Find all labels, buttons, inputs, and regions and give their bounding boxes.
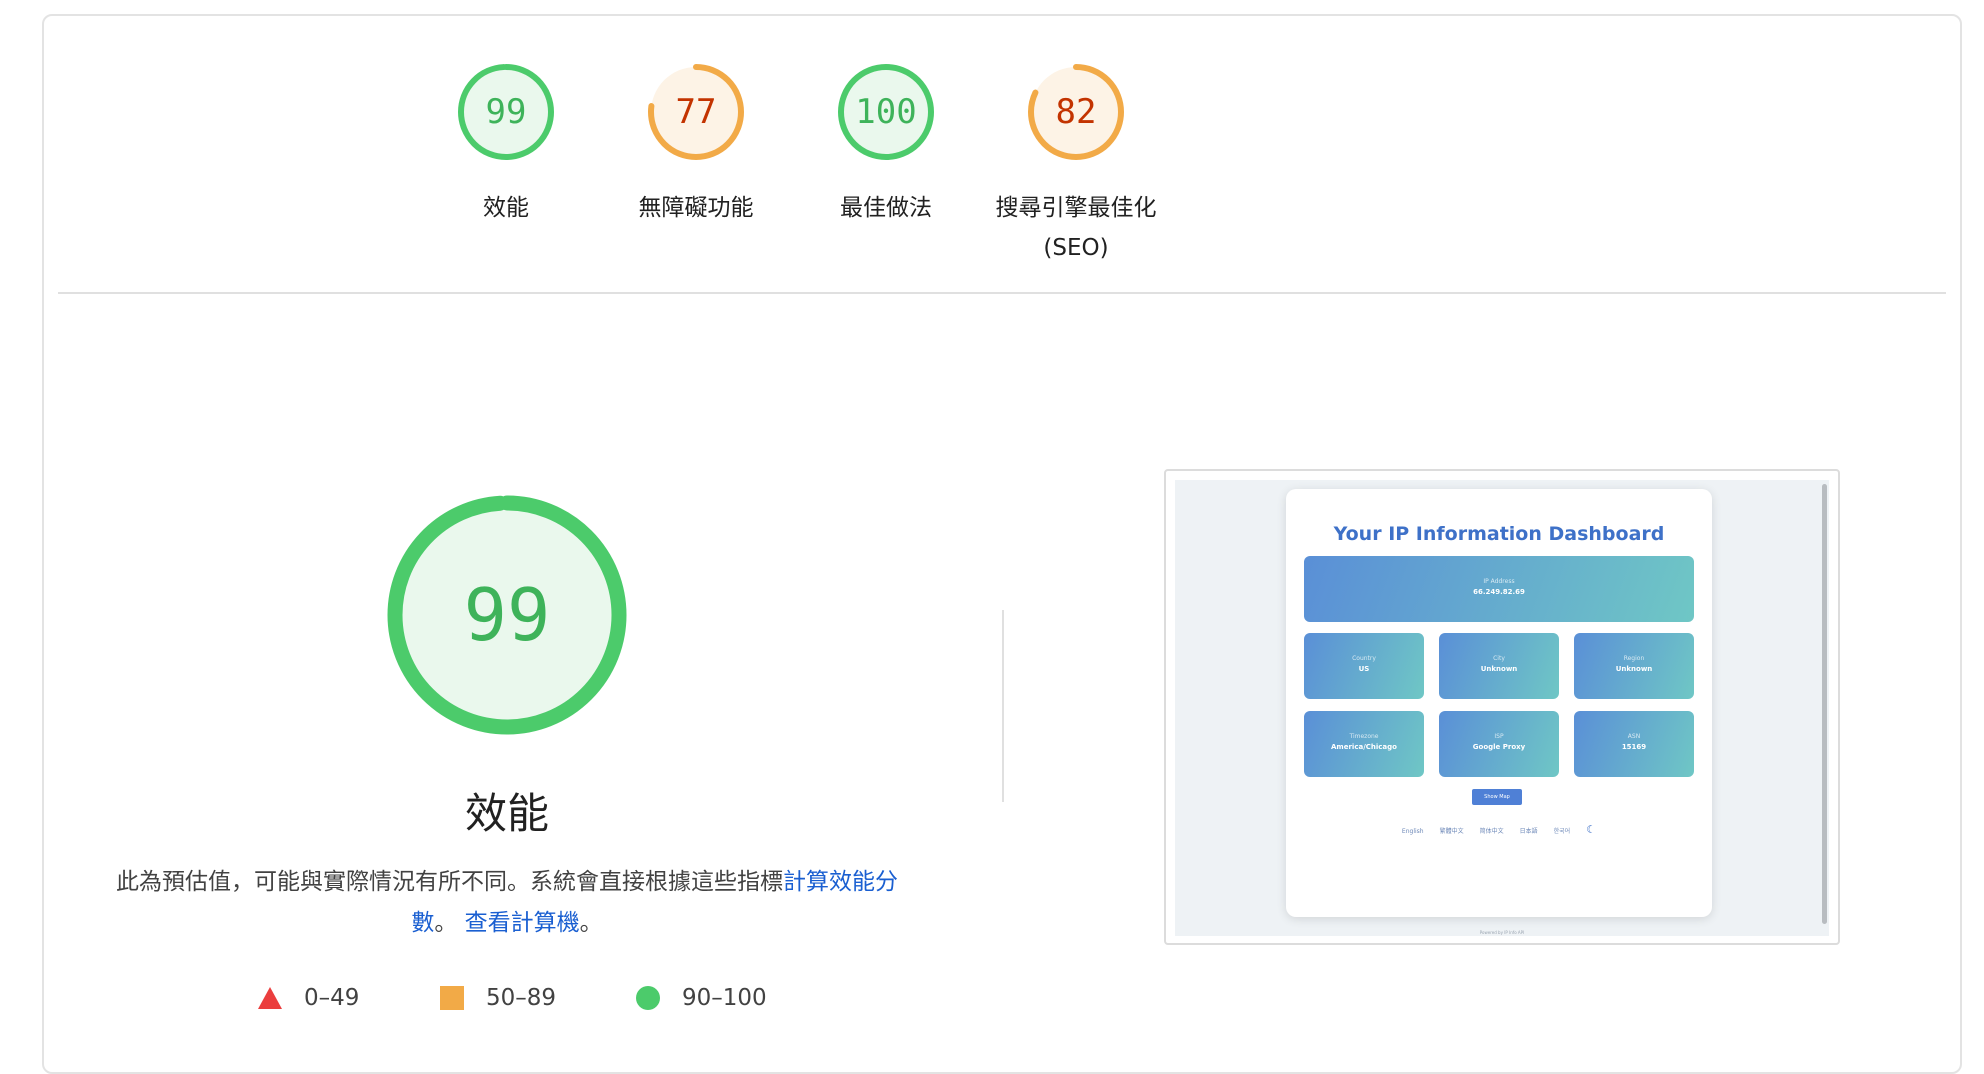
category-gauges: 99 效能 77 無障礙功能 100 最佳做法 82 搜尋引擎最佳化 (SEO) bbox=[0, 0, 1984, 290]
description-sep: 。 bbox=[434, 910, 458, 936]
tile-value: Unknown bbox=[1615, 665, 1653, 673]
tile-value: US bbox=[1358, 665, 1370, 673]
square-icon bbox=[440, 986, 464, 1010]
info-tile: Timezone America/Chicago bbox=[1304, 711, 1424, 777]
tile-label: City bbox=[1493, 655, 1505, 662]
tile-value: 66.249.82.69 bbox=[1473, 588, 1525, 596]
tile-label: ASN bbox=[1627, 733, 1641, 740]
lang-link: 日本語 bbox=[1519, 828, 1538, 835]
gauge-score: 82 bbox=[1055, 92, 1097, 132]
tile-value: America/Chicago bbox=[1331, 743, 1397, 751]
screenshot-viewport: Your IP Information Dashboard IP Address… bbox=[1175, 480, 1829, 936]
performance-title: 效能 bbox=[464, 789, 549, 838]
info-tile: ISP Google Proxy bbox=[1439, 711, 1559, 777]
performance-big-score: 99 bbox=[463, 573, 551, 657]
screenshot-footer: Powered by IP Info API bbox=[1479, 930, 1525, 935]
legend-average-label: 50–89 bbox=[486, 985, 557, 1011]
gauge-label: 搜尋引擎最佳化 (SEO) bbox=[956, 188, 1196, 268]
score-legend: 0–49 50–89 90–100 bbox=[0, 985, 1000, 1025]
performance-description: 此為預估值，可能與實際情況有所不同。系統會直接根據這些指標計算效能分數。 查看計… bbox=[90, 862, 924, 944]
info-tile: Country US bbox=[1304, 633, 1424, 699]
moon-icon: ☾ bbox=[1586, 823, 1597, 836]
legend-fail-label: 0–49 bbox=[304, 985, 360, 1011]
lang-link: English bbox=[1401, 828, 1424, 835]
triangle-icon bbox=[258, 987, 282, 1009]
lang-link: 한국어 bbox=[1553, 828, 1571, 835]
tile-label: Timezone bbox=[1349, 733, 1379, 740]
info-tile: Region Unknown bbox=[1574, 633, 1694, 699]
tile-label: Country bbox=[1352, 655, 1376, 662]
lang-link: 繁體中文 bbox=[1439, 828, 1464, 835]
info-tile: ASN 15169 bbox=[1574, 711, 1694, 777]
section-divider bbox=[58, 292, 1946, 294]
lang-link: 简体中文 bbox=[1479, 828, 1504, 835]
legend-pass-label: 90–100 bbox=[682, 985, 767, 1011]
dashboard-title: Your IP Information Dashboard bbox=[1333, 523, 1665, 545]
tile-value: Google Proxy bbox=[1472, 743, 1526, 751]
legend-average: 50–89 bbox=[440, 985, 556, 1011]
screenshot-scrollbar bbox=[1822, 484, 1827, 924]
dashboard-card: Your IP Information Dashboard IP Address… bbox=[1286, 489, 1712, 917]
show-map-button: Show Map bbox=[1472, 789, 1522, 805]
info-tile: City Unknown bbox=[1439, 633, 1559, 699]
description-text: 此為預估值，可能與實際情況有所不同。系統會直接根據這些指標 bbox=[116, 869, 783, 895]
page-screenshot[interactable]: Your IP Information Dashboard IP Address… bbox=[1164, 469, 1840, 945]
gauge-label-line1: 搜尋引擎最佳化 bbox=[995, 195, 1157, 221]
vertical-divider bbox=[1002, 610, 1004, 802]
tile-value: 15169 bbox=[1621, 743, 1647, 751]
tile-label: Region bbox=[1623, 655, 1645, 662]
gauge-label-line2: (SEO) bbox=[1043, 235, 1109, 261]
gauge-seo[interactable]: 82 搜尋引擎最佳化 (SEO) bbox=[956, 60, 1196, 268]
view-calculator-link[interactable]: 查看計算機 bbox=[465, 910, 580, 936]
tile-label: IP Address bbox=[1483, 578, 1515, 585]
language-links: English 繁體中文 简体中文 日本語 한국어 ☾ bbox=[1286, 823, 1712, 836]
description-end: 。 bbox=[579, 910, 603, 936]
legend-pass: 90–100 bbox=[636, 985, 767, 1011]
tile-label: ISP bbox=[1494, 733, 1504, 740]
ip-tile: IP Address 66.249.82.69 bbox=[1304, 556, 1694, 622]
tile-value: Unknown bbox=[1480, 665, 1518, 673]
circle-icon bbox=[636, 986, 660, 1010]
legend-fail: 0–49 bbox=[258, 985, 359, 1011]
